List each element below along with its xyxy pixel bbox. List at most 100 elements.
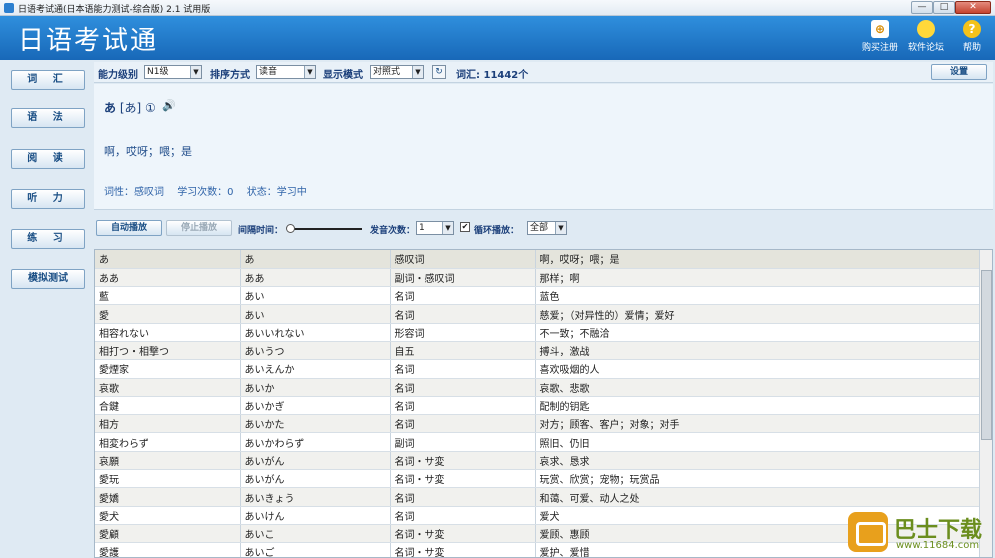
sidebar-item-vocab[interactable]: 词 汇 — [11, 70, 85, 90]
sort-label: 排序方式 — [210, 70, 250, 81]
cell-pos: 名词・サ変 — [390, 469, 536, 489]
speaker-icon[interactable]: 🔊 — [162, 99, 176, 113]
loop-label: 循环播放： — [474, 226, 520, 236]
stop-play-button[interactable]: 停止播放 — [166, 220, 232, 236]
cell-word: 相変わらず — [95, 432, 241, 452]
close-button[interactable]: ✕ — [955, 1, 991, 14]
table-row[interactable]: 愛嬌 あいきょう 名词 和蔼、可爱、动人之处 — [95, 487, 980, 507]
window-titlebar: 日语考试通(日本语能力测试-综合版) 2.1 试用版 — □ ✕ — [0, 0, 995, 16]
cell-pos: 名词 — [390, 396, 536, 416]
chevron-down-icon: ▼ — [555, 222, 566, 234]
watermark: 巴士下载 www.11684.com — [848, 508, 993, 556]
cell-pos: 感叹词 — [390, 250, 536, 269]
table-row[interactable]: 哀歌 あいか 名词 哀歌、悲歌 — [95, 378, 980, 397]
vocab-toolbar: 能力级别 N1级 ▼ 排序方式 读音 ▼ 显示模式 对照式 ▼ ↻ 词汇: 11… — [94, 62, 993, 83]
sidebar-item-mock-test[interactable]: 模拟测试 — [11, 269, 85, 289]
table-row[interactable]: 愛護 あいご 名词・サ変 爱护、爱惜 — [95, 542, 980, 557]
study-count: 学习次数：0 — [177, 187, 234, 198]
cell-meaning: 照旧、仍旧 — [535, 432, 980, 452]
cell-word: 愛煙家 — [95, 359, 241, 379]
help-icon: ? — [963, 20, 981, 38]
loop-checkbox[interactable]: ✔ — [460, 222, 470, 232]
sort-select[interactable]: 读音 ▼ — [256, 65, 316, 79]
table-row[interactable]: 合鍵 あいかぎ 名词 配制的钥匙 — [95, 396, 980, 416]
minimize-button[interactable]: — — [911, 1, 933, 14]
cell-word: 愛玩 — [95, 469, 241, 489]
cell-pos: 名词 — [390, 286, 536, 306]
word-heading: あ [あ] ① — [104, 99, 156, 116]
table-row[interactable]: 相変わらず あいかわらず 副词 照旧、仍旧 — [95, 432, 980, 452]
help-label: 帮助 — [962, 43, 981, 53]
word-stats: 词性：感叹词 学习次数：0 状态：学习中 — [104, 183, 317, 198]
cell-word: 愛顧 — [95, 524, 241, 544]
forum-button[interactable]: ● 软件论坛 — [904, 18, 948, 58]
chevron-down-icon: ▼ — [190, 66, 201, 78]
cell-reading: あいけん — [240, 506, 391, 525]
sidebar-item-reading[interactable]: 阅 读 — [11, 149, 85, 169]
cell-word: 哀願 — [95, 451, 241, 471]
table-row[interactable]: 愛玩 あいがん 名词・サ変 玩赏、欣赏；宠物；玩赏品 — [95, 469, 980, 489]
auto-play-button[interactable]: 自动播放 — [96, 220, 162, 236]
cell-meaning: 对方；顾客、客户；对象；对手 — [535, 414, 980, 434]
scrollbar-thumb[interactable] — [981, 270, 992, 440]
table-row[interactable]: ああ感叹词 啊，哎呀；喂；是 — [95, 250, 980, 269]
cell-pos: 副词・感叹词 — [390, 268, 536, 288]
sidebar-item-listening[interactable]: 听 力 — [11, 189, 85, 209]
refresh-icon[interactable]: ↻ — [432, 65, 446, 79]
loop-select[interactable]: 全部 ▼ — [527, 221, 567, 235]
cell-meaning: 哀歌、悲歌 — [535, 378, 980, 397]
cell-reading: あいかわらず — [240, 432, 391, 452]
interval-slider-track[interactable] — [290, 228, 362, 230]
window-title: 日语考试通(日本语能力测试-综合版) 2.1 试用版 — [18, 5, 211, 15]
table-row[interactable]: 相打つ・相撃つ あいうつ 自五 搏斗，激战 — [95, 341, 980, 361]
cell-meaning: 慈爱；（对异性的）爱情；爱好 — [535, 304, 980, 324]
word-pos: 词性：感叹词 — [104, 187, 164, 198]
cell-pos: 自五 — [390, 341, 536, 361]
cell-meaning: 玩赏、欣赏；宠物；玩赏品 — [535, 469, 980, 489]
cell-pos: 名词 — [390, 506, 536, 525]
table-row[interactable]: 愛顧 あいこ 名词・サ変 爱顾、惠顾 — [95, 524, 980, 544]
chevron-down-icon: ▼ — [412, 66, 423, 78]
watermark-logo-icon — [848, 512, 888, 552]
level-select[interactable]: N1级 ▼ — [144, 65, 202, 79]
table-row[interactable]: 相方 あいかた 名词 对方；顾客、客户；对象；对手 — [95, 414, 980, 434]
cell-word: 合鍵 — [95, 396, 241, 416]
display-mode-select[interactable]: 对照式 ▼ — [370, 65, 424, 79]
help-button[interactable]: ? 帮助 — [950, 18, 994, 58]
word-meaning: 啊，哎呀；喂；是 — [104, 145, 192, 158]
cell-reading: あい — [240, 304, 391, 324]
table-row[interactable]: 藍あい 名词 蓝色 — [95, 286, 980, 306]
maximize-button[interactable]: □ — [933, 1, 955, 14]
cell-reading: あいか — [240, 378, 391, 397]
cell-pos: 名词 — [390, 359, 536, 379]
cell-pos: 名词 — [390, 304, 536, 324]
cell-meaning: 喜欢吸烟的人 — [535, 359, 980, 379]
cell-word: あ — [95, 250, 241, 269]
cell-pos: 名词・サ変 — [390, 451, 536, 471]
table-row[interactable]: 相容れない あいいれない 形容词 不一致；不融洽 — [95, 323, 980, 342]
cell-word: ああ — [95, 268, 241, 288]
sidebar-item-practice[interactable]: 练 习 — [11, 229, 85, 249]
table-row[interactable]: 哀願 あいがん 名词・サ変 哀求、恳求 — [95, 451, 980, 471]
cell-pos: 副词 — [390, 432, 536, 452]
interval-slider-thumb[interactable] — [286, 224, 295, 233]
register-button[interactable]: ⊕ 购买注册 — [858, 18, 902, 58]
table-row[interactable]: 愛あい 名词 慈爱；（对异性的）爱情；爱好 — [95, 304, 980, 324]
settings-button[interactable]: 设置 — [931, 64, 987, 80]
table-row[interactable]: 愛犬 あいけん 名词 爱犬 — [95, 506, 980, 525]
cell-word: 愛護 — [95, 542, 241, 557]
cell-reading: あい — [240, 286, 391, 306]
cell-reading: あ — [240, 250, 391, 269]
watermark-url: www.11684.com — [896, 540, 980, 551]
cell-word: 藍 — [95, 286, 241, 306]
cell-pos: 形容词 — [390, 323, 536, 342]
sidebar-item-grammar[interactable]: 语 法 — [11, 108, 85, 128]
display-mode-label: 显示模式 — [323, 70, 363, 81]
table-row[interactable]: 愛煙家 あいえんか 名词 喜欢吸烟的人 — [95, 359, 980, 379]
cell-word: 愛嬌 — [95, 487, 241, 507]
table-row[interactable]: ああ ああ 副词・感叹词 那样；啊 — [95, 268, 980, 288]
repeat-count-select[interactable]: 1 ▼ — [416, 221, 454, 235]
cell-meaning: 那样；啊 — [535, 268, 980, 288]
cell-word: 哀歌 — [95, 378, 241, 397]
cell-meaning: 和蔼、可爱、动人之处 — [535, 487, 980, 507]
